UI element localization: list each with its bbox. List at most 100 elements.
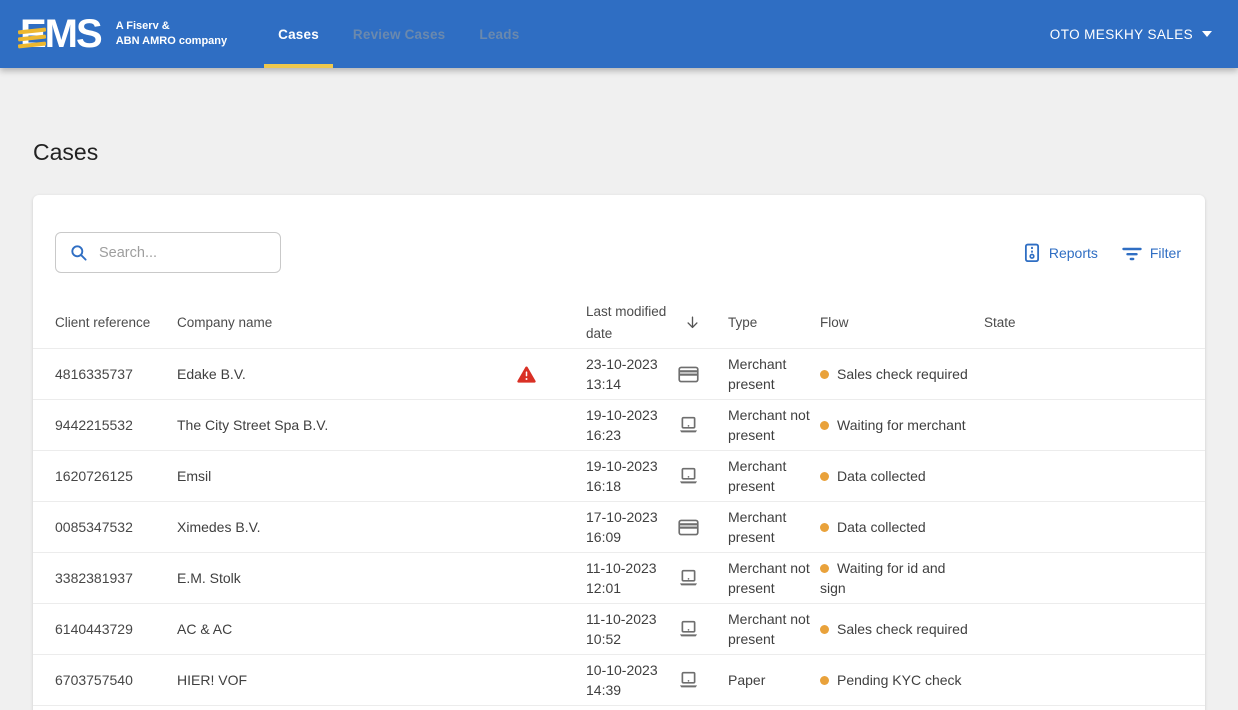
last-modified-cell: 11-10-2023 10:52 — [586, 609, 678, 649]
state-label: Data collected — [837, 519, 926, 535]
modified-date: 11-10-2023 — [586, 609, 678, 629]
search-box[interactable] — [55, 232, 281, 273]
company-name: AC & AC — [177, 619, 232, 639]
state-cell: Data collected — [820, 466, 968, 486]
search-input[interactable] — [99, 245, 267, 261]
client-reference-cell: 9442215532 — [55, 415, 177, 435]
caret-down-icon — [1202, 31, 1212, 37]
user-menu-label: OTO MESKHY SALES — [1050, 27, 1193, 42]
tab-cases-label: Cases — [278, 27, 319, 42]
state-label: Sales check required — [837, 621, 968, 637]
type-cell — [678, 366, 728, 383]
state-dot-icon — [820, 625, 829, 634]
modified-time: 13:14 — [586, 374, 678, 394]
column-header-type: Type — [728, 312, 820, 334]
last-modified-cell: 11-10-2023 12:01 — [586, 558, 678, 598]
table-row[interactable]: 6140443729 AC & AC 11-10-2023 10:52 — [33, 604, 1205, 655]
modified-time: 12:01 — [586, 578, 678, 598]
company-name: HIER! VOF — [177, 670, 247, 690]
tab-review-cases[interactable]: Review Cases — [336, 0, 462, 68]
type-cell — [678, 519, 728, 536]
company-name-cell: Edake B.V. — [177, 364, 586, 384]
client-reference-cell: 4816335737 — [55, 364, 177, 384]
logo-tagline-line1: A Fiserv & — [116, 19, 227, 34]
state-cell: Sales check required — [820, 364, 968, 384]
table-toolbar: Reports Filter — [33, 195, 1205, 273]
filter-icon — [1122, 245, 1142, 261]
state-cell: Pending KYC check — [820, 670, 968, 690]
laptop-icon — [678, 671, 699, 689]
modified-time: 16:23 — [586, 425, 678, 445]
modified-time: 16:09 — [586, 527, 678, 547]
user-account-menu[interactable]: OTO MESKHY SALES — [1050, 27, 1212, 42]
state-label: Sales check required — [837, 366, 968, 382]
search-icon — [69, 243, 88, 262]
type-cell — [678, 671, 728, 689]
laptop-icon — [678, 569, 699, 587]
cases-page: Cases Reports — [0, 139, 1238, 710]
company-name: The City Street Spa B.V. — [177, 415, 328, 435]
client-reference-cell: 6140443729 — [55, 619, 177, 639]
report-file-icon — [1023, 243, 1041, 263]
reports-label: Reports — [1049, 245, 1098, 261]
modified-date: 10-10-2023 — [586, 660, 678, 680]
state-label: Waiting for merchant — [837, 417, 966, 433]
tab-leads[interactable]: Leads — [462, 0, 536, 68]
ems-logo[interactable]: EMS A Fiserv & ABN AMRO company — [20, 14, 227, 54]
column-header-company-name: Company name — [177, 312, 586, 334]
company-name-cell: AC & AC — [177, 619, 586, 639]
table-row[interactable]: 1620726125 Emsil 19-10-2023 16:18 — [33, 451, 1205, 502]
warning-icon — [517, 366, 536, 383]
flow-cell: Merchant not present — [728, 405, 820, 445]
last-modified-cell: 19-10-2023 16:23 — [586, 405, 678, 445]
modified-date: 23-10-2023 — [586, 354, 678, 374]
column-header-state: State — [984, 312, 1183, 334]
state-label: Pending KYC check — [837, 672, 962, 688]
company-name: Edake B.V. — [177, 364, 246, 384]
last-modified-cell: 17-10-2023 16:09 — [586, 507, 678, 547]
state-label: Waiting for id and sign — [820, 560, 945, 596]
tab-review-cases-label: Review Cases — [353, 27, 445, 42]
modified-date: 19-10-2023 — [586, 456, 678, 476]
flow-cell: Merchant not present — [728, 609, 820, 649]
company-name-cell: Emsil — [177, 466, 586, 486]
laptop-icon — [678, 416, 699, 434]
reports-button[interactable]: Reports — [1023, 243, 1098, 263]
last-modified-cell: 23-10-2023 13:14 — [586, 354, 678, 394]
type-cell — [678, 620, 728, 638]
logo-tagline: A Fiserv & ABN AMRO company — [116, 19, 227, 50]
filter-label: Filter — [1150, 245, 1181, 261]
modified-time: 16:18 — [586, 476, 678, 496]
table-row[interactable]: 9442215532 The City Street Spa B.V. 19-1… — [33, 400, 1205, 451]
company-name-cell: Ximedes B.V. — [177, 517, 586, 537]
company-name-cell: The City Street Spa B.V. — [177, 415, 586, 435]
state-dot-icon — [820, 523, 829, 532]
table-row[interactable]: 3382381937 E.M. Stolk 11-10-2023 12:01 — [33, 553, 1205, 604]
main-nav-tabs: Cases Review Cases Leads — [261, 0, 536, 68]
client-reference-cell: 0085347532 — [55, 517, 177, 537]
company-name: Ximedes B.V. — [177, 517, 261, 537]
state-cell: Waiting for merchant — [820, 415, 968, 435]
table-row[interactable]: 4816335737 Edake B.V. 23-10-2023 13:14 — [33, 349, 1205, 400]
modified-time: 14:39 — [586, 680, 678, 700]
flow-cell: Paper — [728, 670, 820, 690]
tab-leads-label: Leads — [479, 27, 519, 42]
ems-logo-wordmark: EMS — [20, 14, 105, 54]
tab-cases[interactable]: Cases — [261, 0, 336, 68]
logo-text: EMS — [20, 12, 101, 56]
modified-time: 10:52 — [586, 629, 678, 649]
flow-cell: Merchant present — [728, 507, 820, 547]
column-header-flow: Flow — [820, 312, 984, 334]
client-reference-cell: 3382381937 — [55, 568, 177, 588]
card-terminal-icon — [678, 519, 699, 536]
sort-descending-icon[interactable] — [678, 314, 728, 331]
company-name: Emsil — [177, 466, 211, 486]
filter-button[interactable]: Filter — [1122, 245, 1181, 261]
table-row[interactable]: 0085347532 Ximedes B.V. 17-10-2023 16:09 — [33, 502, 1205, 553]
company-name-cell: E.M. Stolk — [177, 568, 586, 588]
table-row[interactable]: 6703757540 HIER! VOF 10-10-2023 14:39 — [33, 655, 1205, 706]
state-cell: Waiting for id and sign — [820, 558, 968, 598]
state-dot-icon — [820, 370, 829, 379]
column-header-client-reference: Client reference — [55, 312, 177, 334]
column-header-last-modified[interactable]: Last modified date — [586, 301, 678, 344]
